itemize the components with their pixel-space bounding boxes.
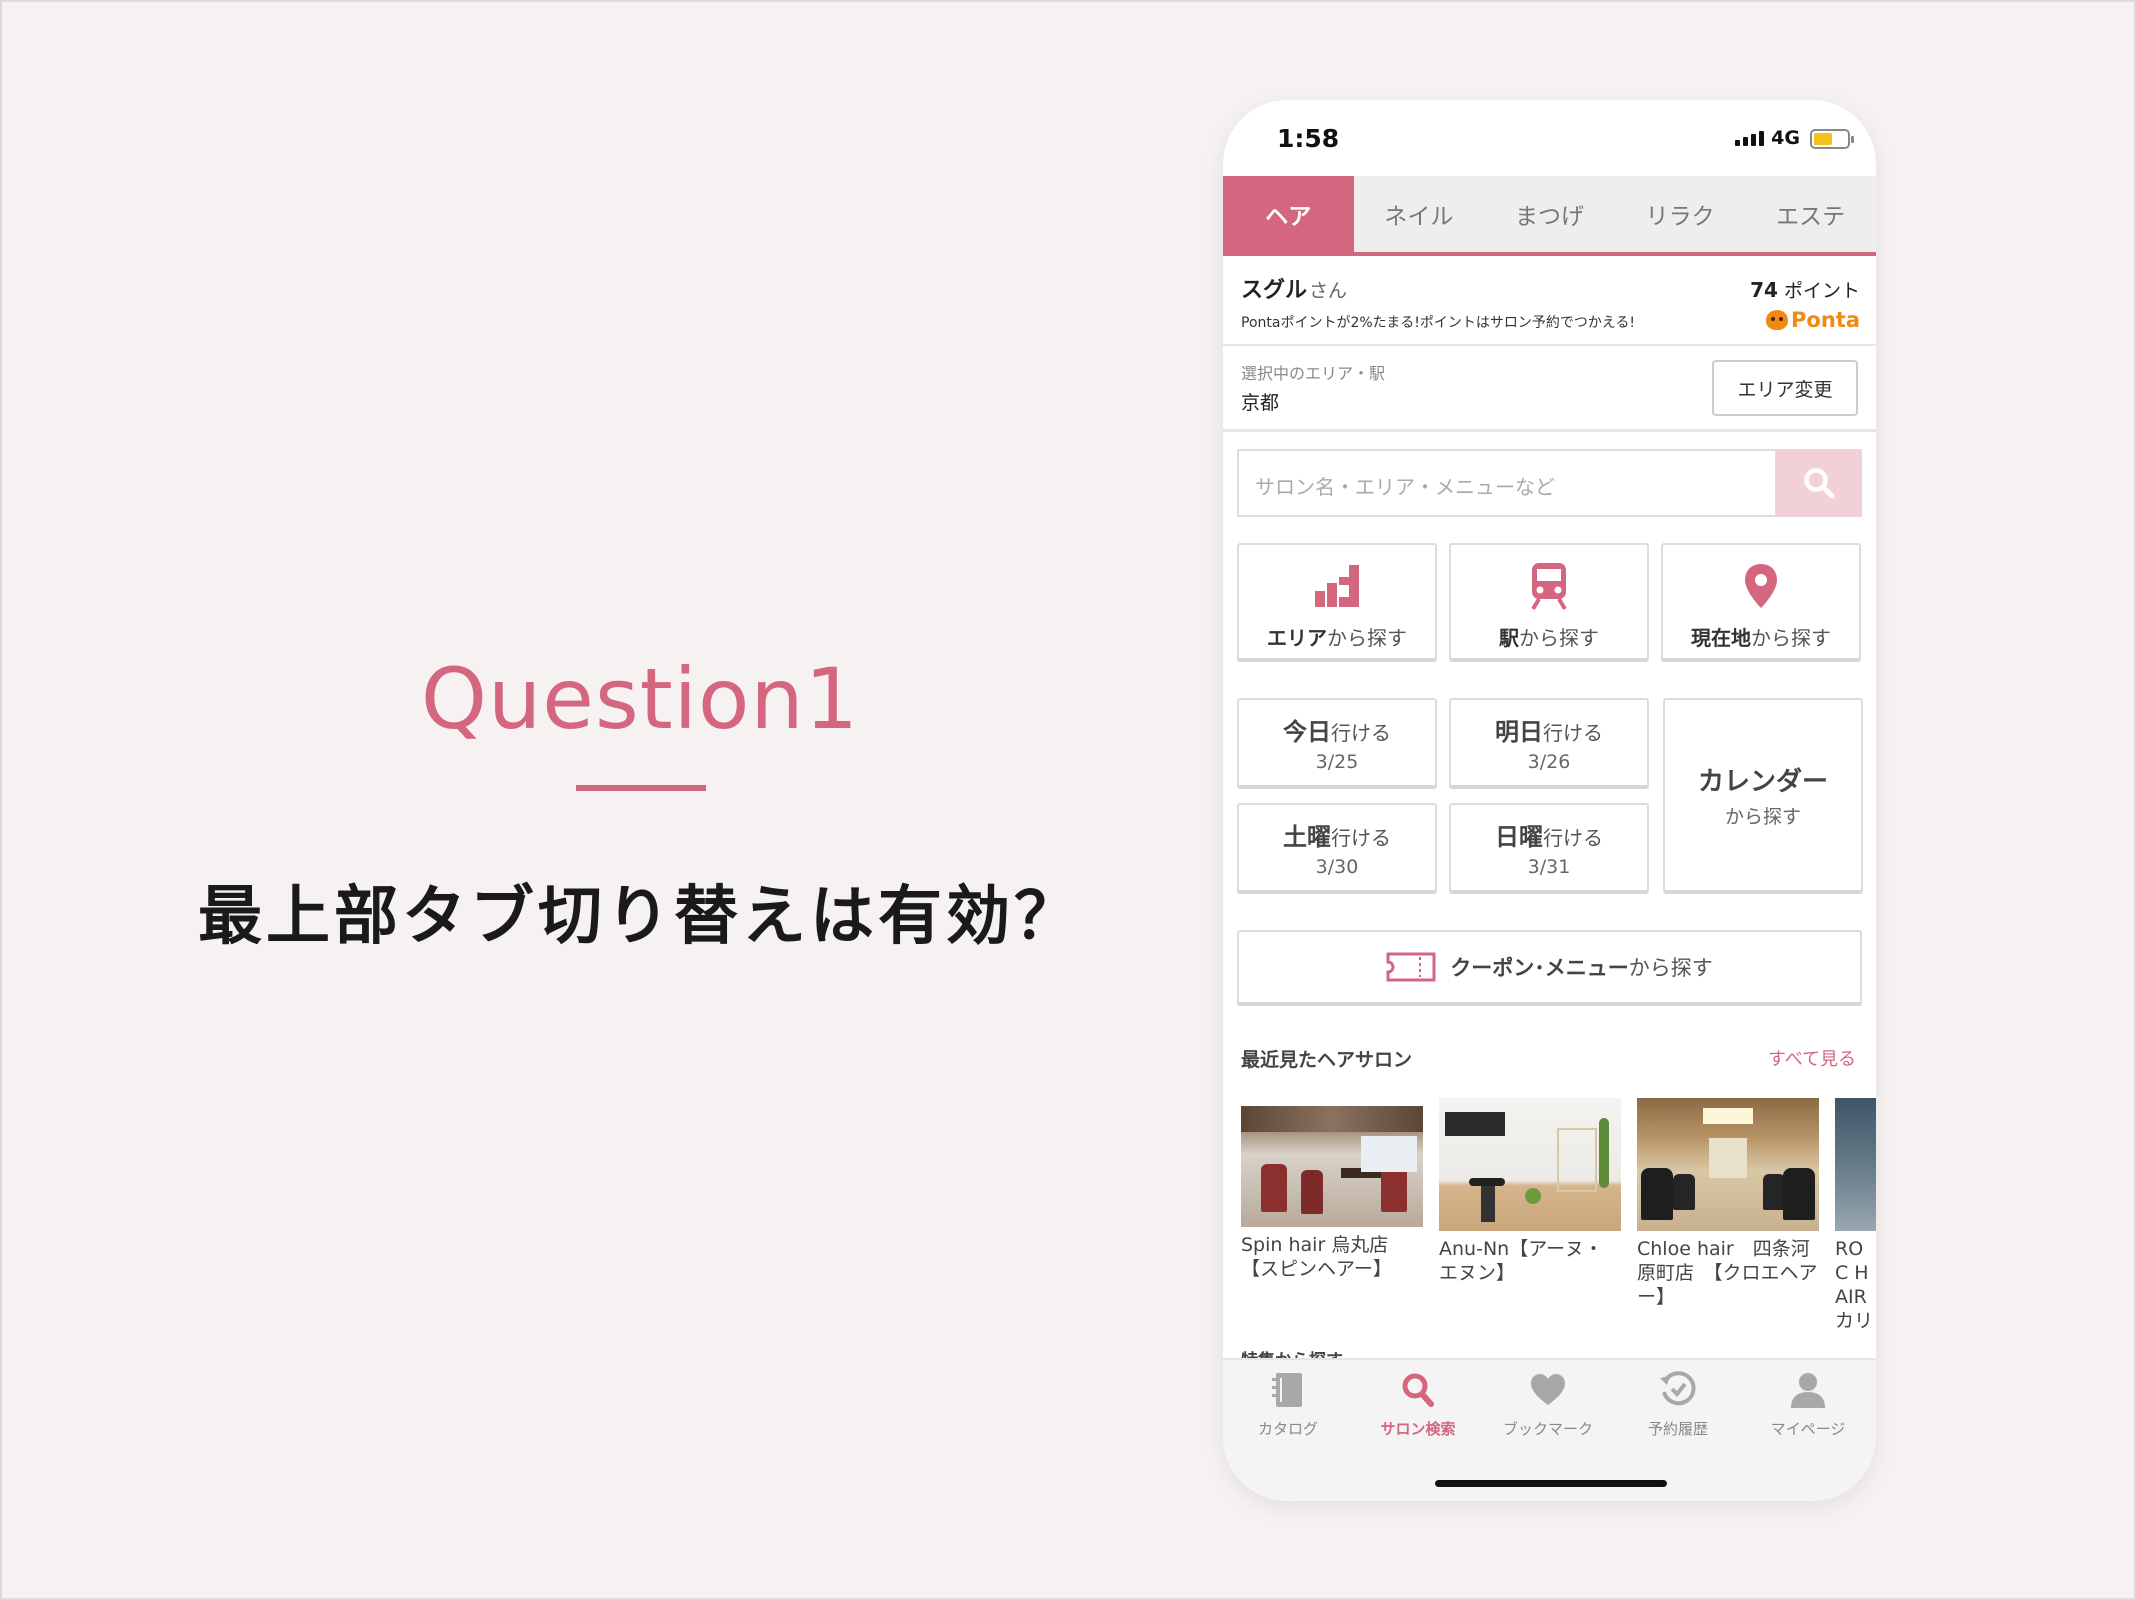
home-indicator[interactable]: [1435, 1480, 1667, 1487]
area-change-button[interactable]: エリア変更: [1712, 360, 1858, 416]
bottom-navigation: カタログ サロン検索 ブックマーク 予約履歴 マイページ: [1223, 1358, 1876, 1501]
person-icon: [1791, 1373, 1825, 1408]
calendar-title: カレンダー: [1697, 767, 1828, 797]
category-tabs: ヘア ネイル まつげ リラク エステ: [1223, 176, 1876, 256]
history-icon: [1660, 1371, 1696, 1406]
salon-photo: [1241, 1106, 1423, 1227]
tomorrow-available-button[interactable]: 明日行ける 3/26: [1449, 698, 1649, 789]
signal-icon: [1735, 131, 1764, 146]
coupon-label: クーポン･メニューから探す: [1450, 956, 1713, 980]
tomorrow-date: 3/26: [1527, 751, 1571, 773]
phone-screen: 1:58 4G ヘア ネイル まつげ リラク エステ スグル さん Pontaポイ…: [1223, 100, 1876, 1501]
search-icon: [1402, 1373, 1434, 1407]
recent-salon-card[interactable]: Chloe hair 四条河原町店 【クロエヘアー】: [1637, 1098, 1819, 1309]
find-by-area-button[interactable]: エリアから探す: [1237, 543, 1437, 662]
recent-salon-card[interactable]: Anu-Nn【アーヌ・エヌン】: [1439, 1098, 1621, 1285]
find-by-station-label: 駅から探す: [1499, 626, 1599, 650]
coupon-menu-search-button[interactable]: クーポン･メニューから探す: [1237, 930, 1862, 1006]
tab-hair[interactable]: ヘア: [1223, 176, 1354, 252]
salon-photo: [1637, 1098, 1819, 1231]
nav-booking-history[interactable]: 予約履歴: [1613, 1370, 1743, 1439]
ponta-logo: Ponta: [1766, 308, 1860, 332]
calendar-search-button[interactable]: カレンダー から探す: [1663, 698, 1863, 894]
nav-catalog[interactable]: カタログ: [1223, 1370, 1353, 1439]
salon-photo: [1835, 1098, 1876, 1231]
points-balance: 74 ポイント: [1750, 278, 1860, 302]
tab-esthe[interactable]: エステ: [1745, 176, 1876, 252]
nav-bookmark[interactable]: ブックマーク: [1483, 1370, 1613, 1439]
train-icon: [1531, 563, 1567, 611]
ponta-face-icon: [1766, 310, 1789, 330]
today-date: 3/25: [1315, 751, 1359, 773]
coupon-ticket-icon: [1386, 952, 1436, 982]
question-text: 最上部タブ切り替えは有効？: [198, 880, 1082, 954]
recent-salon-card[interactable]: Spin hair 烏丸店【スピンヘアー】: [1241, 1106, 1423, 1281]
recent-salon-card[interactable]: ROC HAIR カリ: [1835, 1098, 1876, 1333]
status-time: 1:58: [1277, 124, 1340, 153]
today-available-button[interactable]: 今日行ける 3/25: [1237, 698, 1437, 789]
salon-name: Chloe hair 四条河原町店 【クロエヘアー】: [1637, 1238, 1818, 1308]
tab-nail[interactable]: ネイル: [1354, 176, 1485, 252]
location-pin-icon: [1745, 564, 1777, 608]
salon-name: Spin hair 烏丸店【スピンヘアー】: [1241, 1234, 1392, 1280]
salon-photo: [1439, 1098, 1621, 1231]
area-icon: [1315, 565, 1359, 607]
nav-mypage-label: マイページ: [1770, 1420, 1846, 1438]
tab-eyelash[interactable]: まつげ: [1484, 176, 1615, 252]
find-by-location-label: 現在地から探す: [1691, 626, 1831, 650]
sunday-available-button[interactable]: 日曜行ける 3/31: [1449, 803, 1649, 894]
selected-area-row: 選択中のエリア・駅 京都 エリア変更: [1223, 348, 1876, 432]
nav-salon-search-label: サロン検索: [1380, 1420, 1456, 1438]
user-name: スグル さん: [1241, 278, 1348, 303]
recent-salons-heading: 最近見たヘアサロン: [1241, 1049, 1413, 1071]
area-value: 京都: [1241, 392, 1280, 414]
salon-name: Anu-Nn【アーヌ・エヌン】: [1439, 1238, 1604, 1284]
see-all-link[interactable]: すべて見る: [1768, 1045, 1856, 1071]
status-bar: 1:58 4G: [1223, 100, 1876, 176]
nav-bookmark-label: ブックマーク: [1502, 1420, 1593, 1438]
tab-relax[interactable]: リラク: [1615, 176, 1746, 252]
battery-icon: [1810, 129, 1854, 149]
search-icon: [1803, 468, 1834, 499]
search-button[interactable]: [1775, 449, 1862, 517]
user-points-row[interactable]: スグル さん Pontaポイントが2%たまる!ポイントはサロン予約でつかえる! 7…: [1223, 260, 1876, 346]
saturday-date: 3/30: [1315, 856, 1359, 878]
search-input[interactable]: サロン名・エリア・メニューなど: [1255, 471, 1555, 500]
network-type: 4G: [1771, 127, 1800, 149]
nav-booking-history-label: 予約履歴: [1647, 1420, 1708, 1438]
ponta-promo-text: Pontaポイントが2%たまる!ポイントはサロン予約でつかえる!: [1241, 315, 1636, 331]
nav-salon-search[interactable]: サロン検索: [1353, 1370, 1483, 1439]
salon-name: ROC HAIR カリ: [1835, 1238, 1874, 1332]
find-by-station-button[interactable]: 駅から探す: [1449, 543, 1649, 662]
find-by-area-label: エリアから探す: [1267, 626, 1407, 650]
calendar-sub: から探す: [1724, 806, 1801, 828]
nav-catalog-label: カタログ: [1257, 1420, 1318, 1438]
sunday-date: 3/31: [1527, 856, 1571, 878]
find-by-location-button[interactable]: 現在地から探す: [1661, 543, 1861, 662]
search-bar: サロン名・エリア・メニューなど: [1237, 449, 1862, 517]
question-title: Question1: [420, 650, 860, 748]
title-underline: [576, 785, 706, 791]
area-label: 選択中のエリア・駅: [1241, 364, 1386, 383]
saturday-available-button[interactable]: 土曜行ける 3/30: [1237, 803, 1437, 894]
nav-mypage[interactable]: マイページ: [1743, 1370, 1873, 1439]
heart-icon: [1531, 1374, 1565, 1405]
catalog-icon: [1272, 1373, 1302, 1407]
